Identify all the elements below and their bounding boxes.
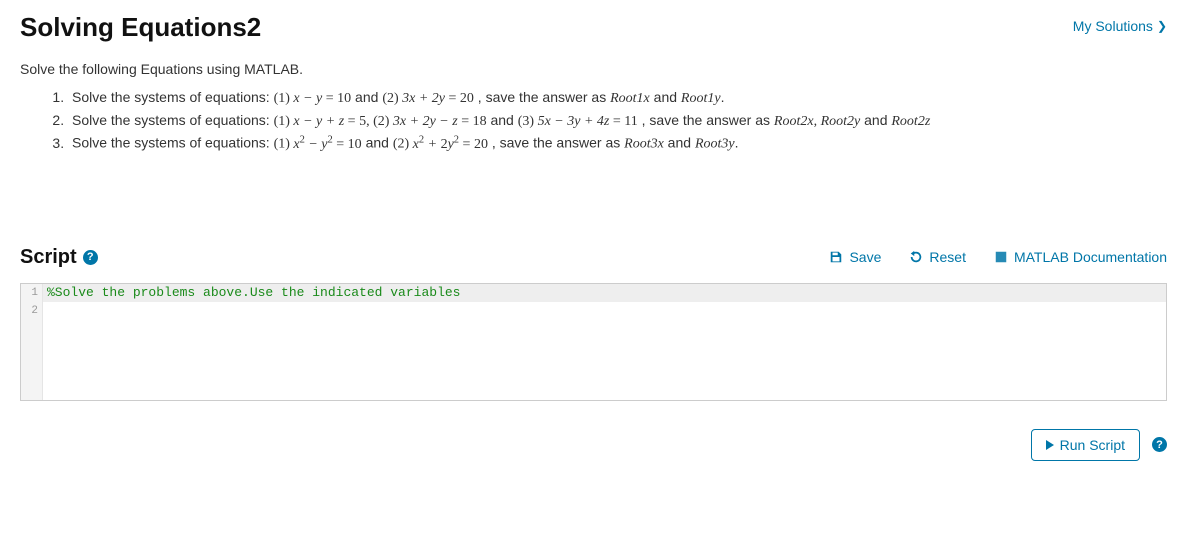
docs-label: MATLAB Documentation	[1014, 249, 1167, 265]
var-name: Root3x	[624, 137, 664, 152]
save-label: Save	[849, 249, 881, 265]
var-name: Root1x	[610, 91, 650, 106]
eq-label: (2)	[373, 114, 393, 129]
problem-item-1: Solve the systems of equations: (1) x − …	[68, 87, 1167, 110]
save-icon	[829, 250, 843, 264]
equation: x − y + z	[293, 114, 344, 129]
line-number: 1	[21, 284, 43, 302]
script-heading-text: Script	[20, 246, 77, 269]
help-icon[interactable]: ?	[83, 250, 98, 265]
reset-label: Reset	[929, 249, 966, 265]
sep: ,	[814, 114, 821, 129]
code-editor[interactable]: 1 %Solve the problems above.Use the indi…	[20, 283, 1167, 401]
gutter-rest	[21, 320, 43, 400]
problem-item-2: Solve the systems of equations: (1) x − …	[68, 110, 1167, 133]
save-as-text: , save the answer as	[638, 112, 774, 128]
eq-label: (2)	[393, 137, 413, 152]
equation: x2 + 2y2 = 20	[413, 137, 488, 152]
code-text[interactable]: %Solve the problems above.Use the indica…	[43, 284, 1166, 302]
and-text: and	[664, 135, 695, 151]
code-text[interactable]	[43, 302, 1166, 320]
and-text: and	[860, 112, 891, 128]
problem-lead: Solve the systems of equations:	[72, 135, 274, 151]
docs-link[interactable]: MATLAB Documentation	[994, 249, 1167, 265]
period: .	[735, 135, 739, 151]
reset-button[interactable]: Reset	[909, 249, 966, 265]
eq-label: (2)	[382, 91, 402, 106]
equation-rhs: = 11	[609, 114, 637, 129]
script-heading: Script ?	[20, 246, 98, 269]
var-name: Root2y	[821, 114, 861, 129]
and-text: and	[351, 89, 382, 105]
save-button[interactable]: Save	[829, 249, 881, 265]
editor-empty-area[interactable]	[21, 320, 1166, 400]
problem-list: Solve the systems of equations: (1) x − …	[68, 87, 1167, 156]
problem-lead: Solve the systems of equations:	[72, 89, 274, 105]
and-text: and	[362, 135, 393, 151]
var-name: Root1y	[681, 91, 721, 106]
equation-rhs: = 5	[344, 114, 366, 129]
play-icon	[1046, 440, 1054, 450]
intro-text: Solve the following Equations using MATL…	[20, 61, 1167, 77]
var-name: Root2x	[774, 114, 814, 129]
period: .	[721, 89, 725, 105]
script-toolbar: Save Reset MATLAB Documentation	[829, 249, 1167, 265]
equation: 5x − 3y + 4z	[538, 114, 610, 129]
eq-label: (1)	[274, 137, 294, 152]
run-label: Run Script	[1060, 437, 1125, 453]
equation: x2 − y2 = 10	[293, 137, 361, 152]
my-solutions-label: My Solutions	[1073, 18, 1153, 34]
and-text: and	[487, 112, 518, 128]
equation: 3x + 2y	[402, 91, 445, 106]
var-name: Root3y	[695, 137, 735, 152]
save-as-text: , save the answer as	[474, 89, 610, 105]
eq-label: (1)	[274, 114, 294, 129]
problem-lead: Solve the systems of equations:	[72, 112, 274, 128]
and-text: and	[650, 89, 681, 105]
problem-item-3: Solve the systems of equations: (1) x2 −…	[68, 132, 1167, 155]
equation-rhs: = 20	[445, 91, 474, 106]
page-title: Solving Equations2	[20, 12, 261, 43]
equation: x − y	[293, 91, 322, 106]
eq-label: (3)	[518, 114, 538, 129]
my-solutions-link[interactable]: My Solutions ❯	[1073, 12, 1167, 34]
var-name: Root2z	[891, 114, 930, 129]
equation-rhs: = 18	[458, 114, 487, 129]
editor-line-1[interactable]: 1 %Solve the problems above.Use the indi…	[21, 284, 1166, 302]
reset-icon	[909, 250, 923, 264]
book-icon	[994, 250, 1008, 264]
run-script-button[interactable]: Run Script	[1031, 429, 1140, 461]
editor-line-2[interactable]: 2	[21, 302, 1166, 320]
line-number: 2	[21, 302, 43, 320]
save-as-text: , save the answer as	[488, 135, 624, 151]
eq-label: (1)	[274, 91, 294, 106]
equation-rhs: = 10	[322, 91, 351, 106]
equation: 3x + 2y − z	[393, 114, 458, 129]
chevron-right-icon: ❯	[1157, 19, 1167, 33]
help-icon[interactable]: ?	[1152, 437, 1167, 452]
